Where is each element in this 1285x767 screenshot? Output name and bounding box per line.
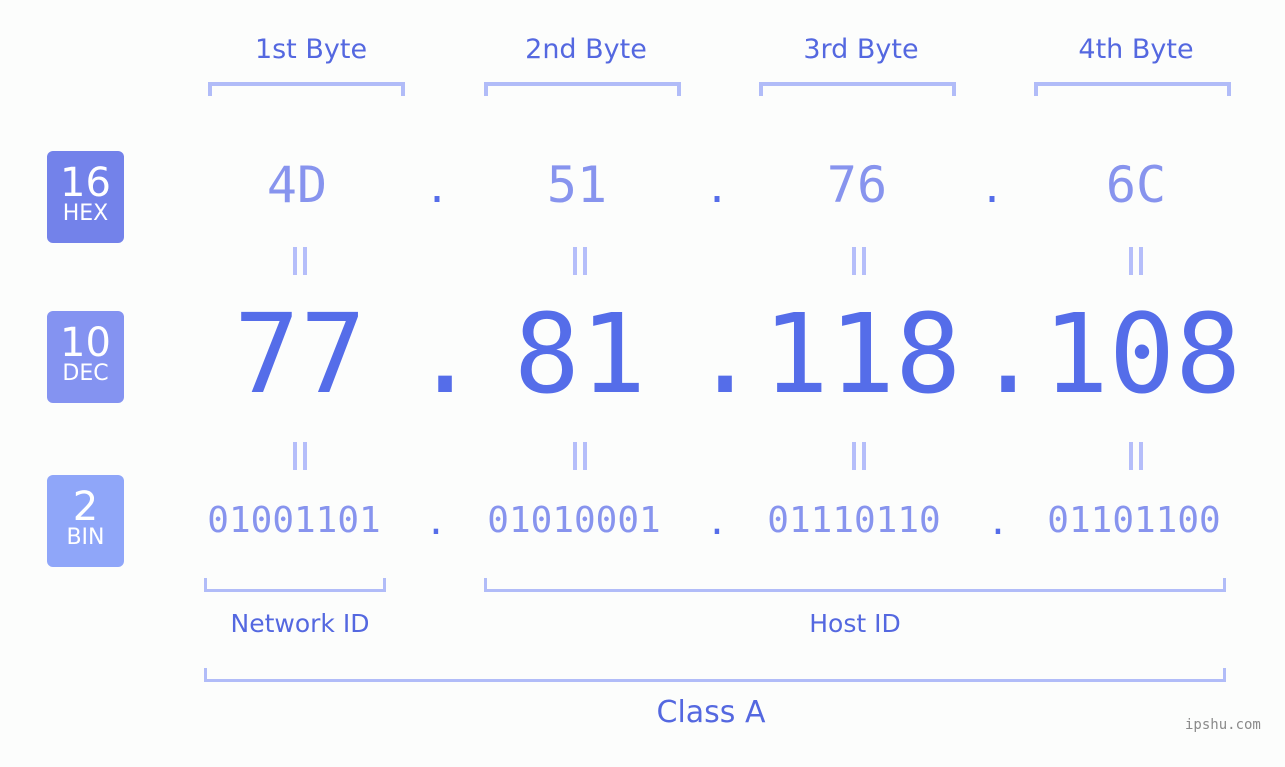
bin-badge-label: BIN [66,525,105,550]
bin-separator-3: . [987,502,1009,543]
bin-badge-number: 2 [72,484,99,530]
dec-byte-1: 77 [233,290,367,418]
hex-badge-number: 16 [60,160,111,206]
byte-label-2: 2nd Byte [525,34,647,65]
host-id-bracket [484,578,1226,592]
byte-bracket-1 [208,82,405,96]
byte-bracket-4 [1034,82,1231,96]
watermark: ipshu.com [1185,717,1261,733]
byte-bracket-2 [484,82,681,96]
bin-byte-4: 01101100 [1047,500,1221,541]
bin-separator-2: . [706,502,728,543]
bin-byte-3: 01110110 [767,500,941,541]
equals-icon [571,247,587,275]
equals-icon [291,442,307,470]
network-id-label: Network ID [230,609,370,638]
equals-icon [850,442,866,470]
hex-separator-1: . [424,166,450,212]
bin-byte-2: 01010001 [487,500,661,541]
hex-byte-3: 76 [826,156,888,214]
byte-bracket-3 [759,82,956,96]
bin-byte-1: 01001101 [207,500,381,541]
equals-icon [571,442,587,470]
hex-byte-2: 51 [546,156,608,214]
network-id-bracket [204,578,386,592]
hex-byte-4: 6C [1105,156,1167,214]
host-id-label: Host ID [809,609,901,638]
dec-byte-2: 81 [513,290,647,418]
hex-separator-3: . [979,166,1005,212]
byte-label-4: 4th Byte [1078,34,1194,65]
bin-badge: 2 BIN [47,475,124,567]
dec-badge-number: 10 [60,320,111,366]
dec-byte-3: 118 [762,290,962,418]
dec-separator-2: . [692,290,759,418]
equals-icon [1127,247,1143,275]
byte-label-3: 3rd Byte [803,34,919,65]
class-label: Class A [656,695,766,730]
dec-separator-1: . [412,290,479,418]
hex-byte-1: 4D [266,156,328,214]
dec-badge: 10 DEC [47,311,124,403]
equals-icon [850,247,866,275]
hex-badge: 16 HEX [47,151,124,243]
dec-byte-4: 108 [1042,290,1242,418]
class-bracket [204,668,1226,682]
hex-separator-2: . [704,166,730,212]
equals-icon [291,247,307,275]
equals-icon [1127,442,1143,470]
bin-separator-1: . [425,502,447,543]
hex-badge-label: HEX [62,201,109,226]
byte-label-1: 1st Byte [254,34,368,65]
dec-separator-3: . [975,290,1042,418]
dec-badge-label: DEC [62,361,109,386]
